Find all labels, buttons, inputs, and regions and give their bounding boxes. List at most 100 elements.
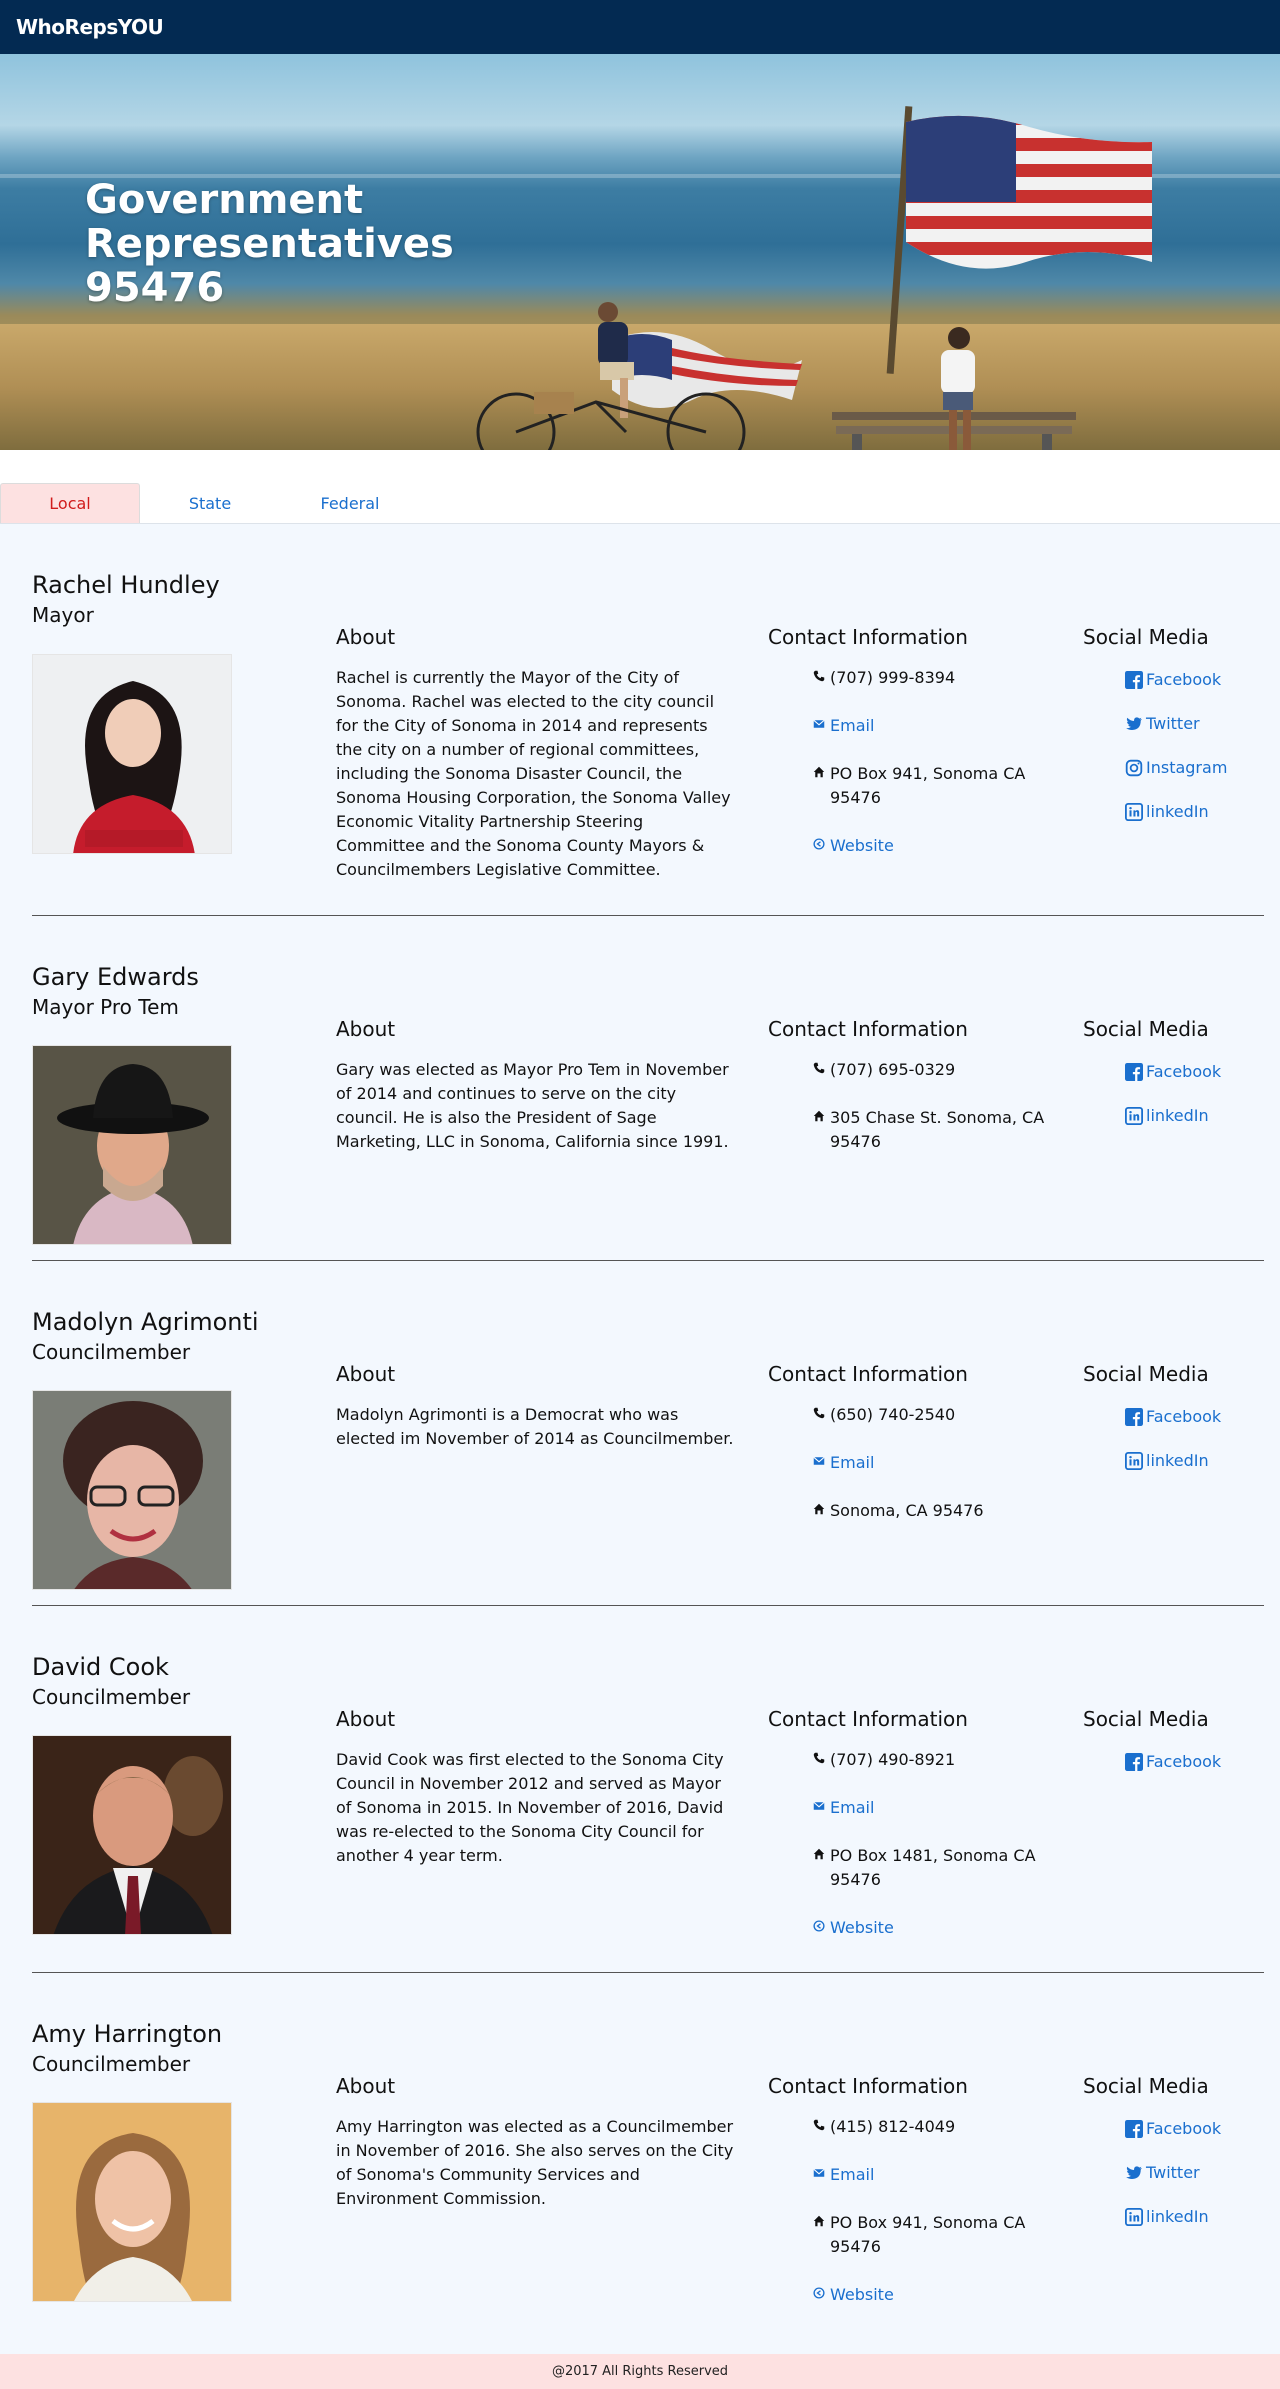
facebook-link[interactable]: Facebook [1146,2119,1221,2139]
globe-arrow-icon [808,2283,830,2299]
contact-heading: Contact Information [768,1707,968,1731]
about-heading: About [336,625,396,649]
email-link[interactable]: Email [830,714,874,738]
contact-address: PO Box 941, Sonoma CA 95476 [808,762,1048,810]
facebook-link[interactable]: Facebook [1146,1062,1221,1082]
contact-website[interactable]: Website [808,2283,1048,2307]
about-text: Gary was elected as Mayor Pro Tem in Nov… [336,1060,729,1151]
phone-number: (707) 999-8394 [830,668,956,687]
hero-title-line1: Government [85,177,364,223]
tabs-section: Local State Federal [0,450,1280,524]
contact-email[interactable]: Email [808,2163,1048,2187]
contact-email[interactable]: Email [808,714,1048,738]
facebook-icon [1122,1753,1146,1771]
linkedin-link[interactable]: linkedIn [1146,1106,1209,1126]
social-twitter[interactable]: Twitter [1122,2163,1262,2183]
girl-figure [941,327,975,450]
home-icon [808,2211,830,2227]
rep-card-gary-edwards: Gary Edwards Mayor Pro Tem About Gary wa… [32,916,1264,1261]
contact-heading: Contact Information [768,625,968,649]
about-text: David Cook was first elected to the Sono… [336,1750,724,1865]
phone-icon [808,1403,830,1419]
linkedin-link[interactable]: linkedIn [1146,2207,1209,2227]
social-facebook[interactable]: Facebook [1122,670,1262,690]
social-heading: Social Media [1083,1017,1209,1041]
twitter-icon [1122,2164,1146,2182]
rep-card-david-cook: David Cook Councilmember About David Coo… [32,1606,1264,1973]
social-linkedin[interactable]: linkedIn [1122,802,1262,822]
website-link[interactable]: Website [830,2283,894,2307]
contact-list: (707) 490-8921 Email PO Box 1481, Sonoma… [808,1748,1048,1964]
social-instagram[interactable]: Instagram [1122,758,1262,778]
tab-local[interactable]: Local [0,483,140,523]
address-text: Sonoma, CA 95476 [830,1501,984,1520]
rep-name: David Cook [32,1653,169,1681]
email-link[interactable]: Email [830,2163,874,2187]
contact-heading: Contact Information [768,1017,968,1041]
address-text: PO Box 941, Sonoma CA 95476 [830,764,1026,807]
contact-email[interactable]: Email [808,1796,1048,1820]
about-text: Rachel is currently the Mayor of the Cit… [336,668,731,879]
instagram-link[interactable]: Instagram [1146,758,1227,778]
website-link[interactable]: Website [830,834,894,858]
tab-state[interactable]: State [140,483,280,523]
address-text: 305 Chase St. Sonoma, CA 95476 [830,1108,1045,1151]
facebook-link[interactable]: Facebook [1146,1407,1221,1427]
contact-address: PO Box 1481, Sonoma CA 95476 [808,1844,1048,1892]
linkedin-link[interactable]: linkedIn [1146,1451,1209,1471]
contact-website[interactable]: Website [808,834,1048,858]
rep-title: Councilmember [32,1340,191,1364]
social-heading: Social Media [1083,625,1209,649]
tab-federal[interactable]: Federal [280,483,420,523]
linkedin-icon [1122,803,1146,821]
social-facebook[interactable]: Facebook [1122,1407,1262,1427]
email-link[interactable]: Email [830,1451,874,1475]
phone-number: (707) 490-8921 [830,1750,956,1769]
social-linkedin[interactable]: linkedIn [1122,2207,1262,2227]
rep-photo [32,654,232,854]
email-link[interactable]: Email [830,1796,874,1820]
facebook-link[interactable]: Facebook [1146,1752,1221,1772]
rep-card-madolyn-agrimonti: Madolyn Agrimonti Councilmember About Ma… [32,1261,1264,1606]
home-icon [808,1844,830,1860]
social-heading: Social Media [1083,1362,1209,1386]
home-icon [808,1106,830,1122]
social-linkedin[interactable]: linkedIn [1122,1451,1262,1471]
social-list: Facebook linkedIn [1122,1062,1262,1150]
website-link[interactable]: Website [830,1916,894,1940]
contact-address: Sonoma, CA 95476 [808,1499,1048,1523]
envelope-icon [808,2163,830,2179]
footer-copyright: @2017 All Rights Reserved [551,2364,729,2379]
contact-website[interactable]: Website [808,1916,1048,1940]
brand-logo[interactable]: WhoRepsYOU [16,15,164,39]
rep-photo [32,1735,232,1935]
phone-icon [808,666,830,682]
linkedin-link[interactable]: linkedIn [1146,802,1209,822]
contact-heading: Contact Information [768,2074,968,2098]
rep-name: Amy Harrington [32,2020,223,2048]
rep-card-amy-harrington: Amy Harrington Councilmember About Amy H… [32,1973,1264,2355]
american-flag-image [906,115,1152,269]
social-facebook[interactable]: Facebook [1122,2119,1262,2139]
contact-list: (650) 740-2540 Email Sonoma, CA 95476 [808,1403,1048,1547]
social-facebook[interactable]: Facebook [1122,1752,1262,1772]
envelope-icon [808,1796,830,1812]
facebook-link[interactable]: Facebook [1146,670,1221,690]
address-text: PO Box 1481, Sonoma CA 95476 [830,1846,1036,1889]
twitter-link[interactable]: Twitter [1146,2163,1200,2183]
social-linkedin[interactable]: linkedIn [1122,1106,1262,1126]
about-heading: About [336,1707,396,1731]
social-facebook[interactable]: Facebook [1122,1062,1262,1082]
hero-title: Government Representatives 95476 [85,178,505,310]
envelope-icon [808,714,830,730]
social-list: Facebook [1122,1752,1262,1796]
social-twitter[interactable]: Twitter [1122,714,1262,734]
address-text: PO Box 941, Sonoma CA 95476 [830,2213,1026,2256]
bicycle-figure [476,392,746,450]
top-navbar: WhoRepsYOU [0,0,1280,54]
social-list: Facebook Twitter Instagram linkedIn [1122,670,1262,846]
contact-email[interactable]: Email [808,1451,1048,1475]
facebook-icon [1122,671,1146,689]
twitter-link[interactable]: Twitter [1146,714,1200,734]
about-text: Madolyn Agrimonti is a Democrat who was … [336,1405,734,1448]
